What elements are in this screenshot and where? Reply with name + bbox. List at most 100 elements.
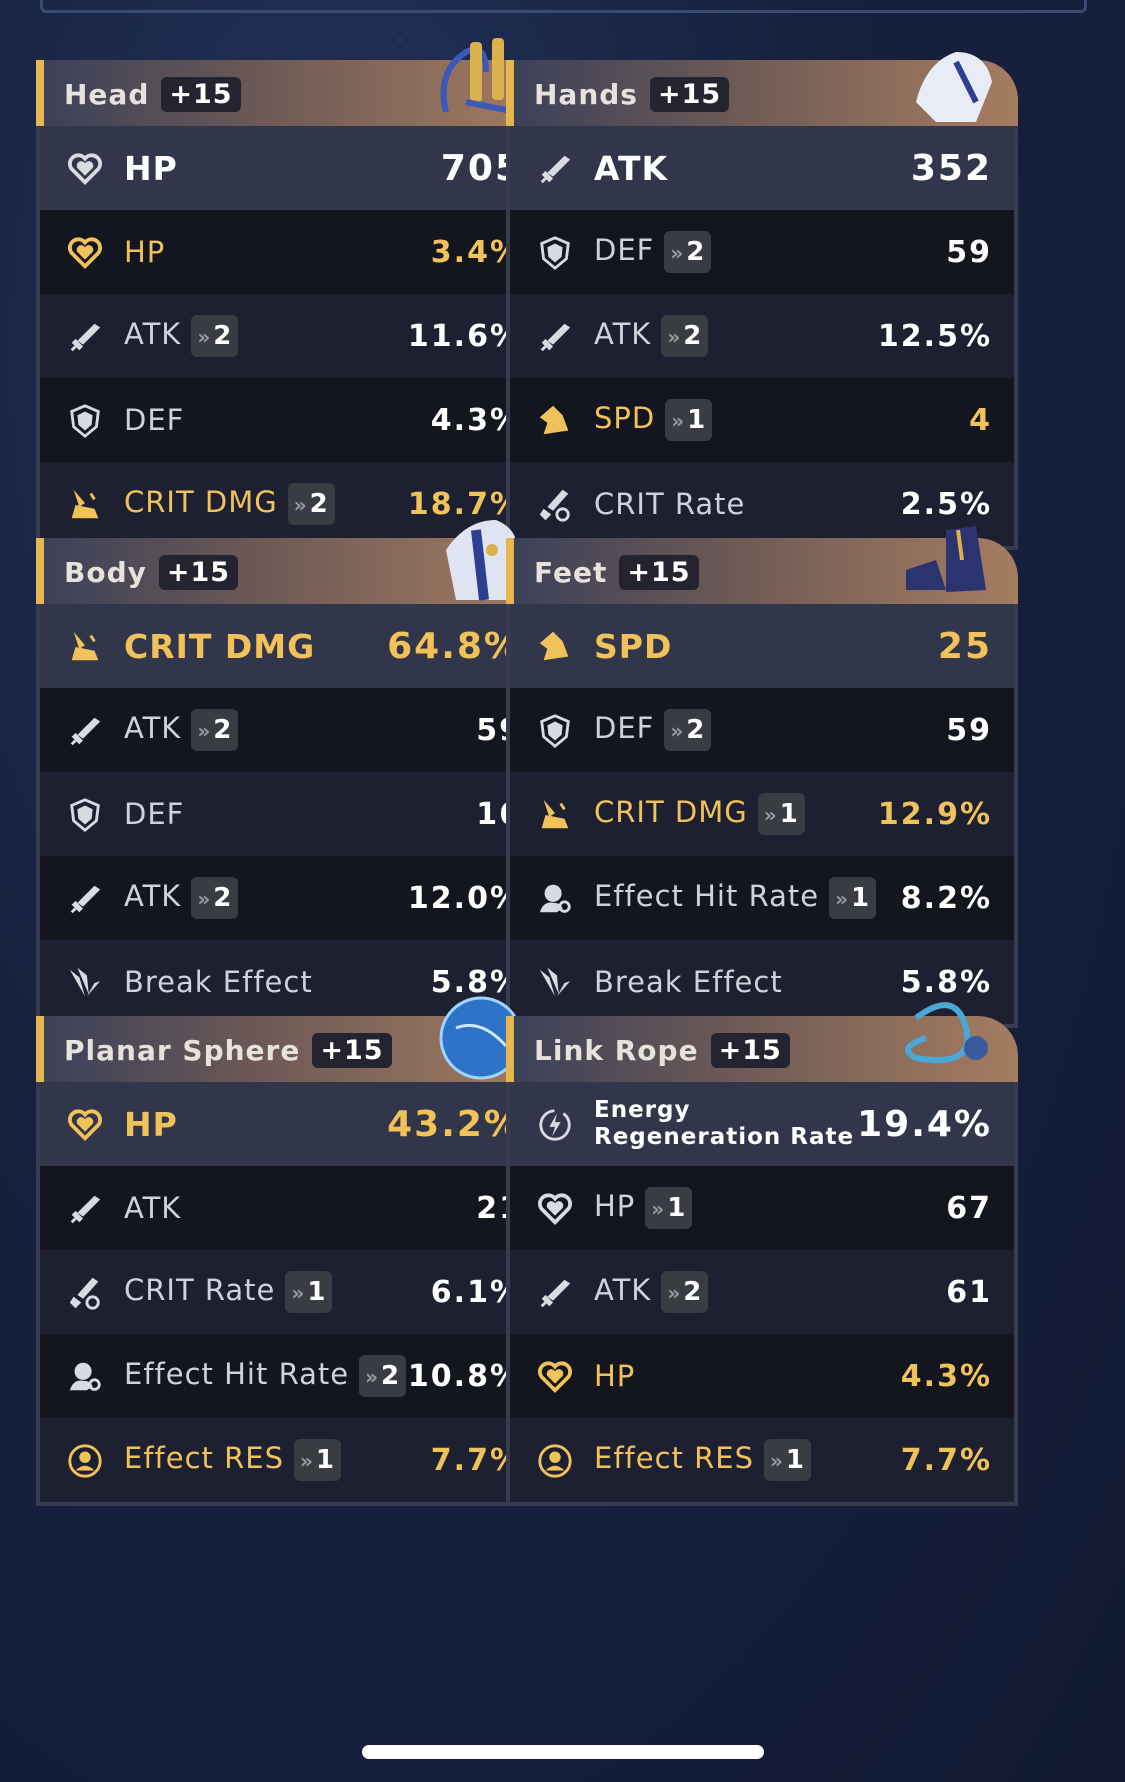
effect-res-icon: [66, 1442, 104, 1480]
stat-value: 4: [969, 402, 992, 438]
stat-value: 11.6%: [407, 318, 522, 354]
sub-stat-row: Effect Hit Rate »1 8.2%: [510, 856, 1014, 940]
stat-value: 12.9%: [877, 796, 992, 832]
roll-count: 1: [785, 1445, 806, 1475]
double-chevron-icon: »: [667, 325, 682, 349]
roll-count-badge: »2: [359, 1355, 407, 1397]
stat-name: ATK: [594, 317, 652, 351]
relic-slot-label: Body: [64, 556, 147, 589]
stat-list: CRIT DMG 64.8% ATK »2 59 DEF 16 ATK »2 12.0% Break…: [36, 604, 548, 1028]
stat-value: 8.2%: [900, 880, 992, 916]
sub-stat-row: DEF 4.3%: [40, 378, 544, 462]
stat-name: ATK: [124, 317, 182, 351]
stat-label: DEF: [124, 403, 184, 437]
atk-icon: [66, 1190, 104, 1228]
stat-name: CRIT Rate: [124, 1273, 276, 1307]
atk-icon: [66, 712, 104, 750]
relic-slot-name: Planar Sphere +15: [64, 1033, 392, 1068]
roll-count-badge: »2: [191, 315, 239, 357]
stat-label: Effect Hit Rate »1: [594, 877, 877, 919]
hands-relic-icon: [896, 32, 1006, 132]
relic-card-hands[interactable]: Hands +15 ATK 352 DEF »2 59 ATK »2 12.5% SPD »1 4 CRI…: [506, 32, 1018, 550]
roll-count: 2: [686, 237, 706, 267]
stat-label: Effect RES »1: [124, 1439, 342, 1481]
effect-res-icon: [536, 1442, 574, 1480]
relic-slot-name: Feet +15: [534, 555, 699, 590]
stat-label: Effect RES »1: [594, 1439, 812, 1481]
stat-name: ATK: [594, 1273, 652, 1307]
stat-label: CRIT DMG »1: [594, 793, 805, 835]
relic-card-feet[interactable]: Feet +15 SPD 25 DEF »2 59 CRIT DMG »1 12.9% Effect…: [506, 510, 1018, 1028]
sub-stat-row: Effect RES »1 7.7%: [40, 1418, 544, 1502]
stat-name: DEF: [124, 797, 185, 831]
crit-dmg-icon: [536, 796, 574, 834]
relic-card-link-rope[interactable]: Link Rope +15 Energy Regeneration Rate 19.4…: [506, 988, 1018, 1506]
relic-card-body[interactable]: Body +15 CRIT DMG 64.8% ATK »2 59 DEF 16 ATK »2 12.…: [36, 510, 548, 1028]
stat-label: SPD »1: [594, 399, 713, 441]
relic-slot-name: Body +15: [64, 555, 239, 590]
spd-icon: [536, 402, 574, 440]
relic-card-planar-sphere[interactable]: Planar Sphere +15 HP 43.2% ATK 21 CRIT Rate »1 6…: [36, 988, 548, 1506]
double-chevron-icon: »: [365, 1365, 379, 1389]
stat-list: Energy Regeneration Rate 19.4% HP »1 67 ATK »2…: [506, 1082, 1018, 1506]
stat-label: ATK »2: [124, 877, 239, 919]
atk-icon: [536, 150, 574, 188]
stat-name: DEF: [594, 711, 655, 745]
relic-card-head[interactable]: Head +15 HP 705 HP 3.4% ATK »2 11.6% DEF 4.3% CRIT …: [36, 32, 548, 550]
relic-level-badge: +15: [158, 555, 239, 590]
stat-value: 43.2%: [387, 1103, 522, 1145]
sub-stat-row: Effect RES »1 7.7%: [510, 1418, 1014, 1502]
stat-label: ATK »2: [124, 709, 239, 751]
relic-slot-name: Head +15: [64, 77, 241, 112]
home-indicator[interactable]: [362, 1745, 764, 1759]
roll-count-badge: »2: [661, 315, 709, 357]
sub-stat-row: ATK 21: [40, 1166, 544, 1250]
roll-count-badge: »1: [645, 1187, 693, 1229]
stat-name: HP: [124, 148, 178, 188]
link-rope-icon: [896, 988, 1006, 1088]
sub-stat-row: DEF »2 59: [510, 688, 1014, 772]
stat-label: HP »1: [594, 1187, 693, 1229]
main-stat-row: CRIT DMG 64.8%: [40, 604, 544, 688]
stat-name: HP: [594, 1189, 636, 1223]
stat-value: 12.0%: [407, 880, 522, 916]
spd-icon: [536, 628, 574, 666]
stat-value: 12.5%: [877, 318, 992, 354]
relic-slot-label: Hands: [534, 78, 638, 111]
stat-value: 64.8%: [387, 625, 522, 667]
stat-label: HP: [124, 1105, 178, 1144]
stat-name: ATK: [124, 1191, 182, 1225]
roll-count: 1: [315, 1445, 336, 1475]
roll-count-badge: »2: [661, 1271, 709, 1313]
stat-value: 59: [946, 712, 992, 748]
stat-label: ATK: [594, 149, 668, 188]
double-chevron-icon: »: [670, 241, 685, 265]
stat-label: DEF »2: [594, 709, 712, 751]
double-chevron-icon: »: [835, 887, 849, 911]
stat-label: HP: [124, 149, 178, 188]
stat-name: SPD: [594, 401, 656, 435]
stat-value: 59: [946, 234, 992, 270]
stat-list: HP 43.2% ATK 21 CRIT Rate »1 6.1% Effect Hit Ra…: [36, 1082, 548, 1506]
stat-value: 352: [910, 147, 992, 189]
stat-name: SPD: [594, 626, 673, 666]
sub-stat-row: ATK »2 59: [40, 688, 544, 772]
roll-count: 2: [381, 1361, 401, 1391]
roll-count-badge: »2: [191, 709, 239, 751]
stat-label: ATK »2: [594, 1271, 709, 1313]
roll-count-badge: »1: [764, 1439, 812, 1481]
double-chevron-icon: »: [197, 887, 212, 911]
effect-hit-rate-icon: [536, 880, 574, 918]
stat-list: SPD 25 DEF »2 59 CRIT DMG »1 12.9% Effect Hit Ra…: [506, 604, 1018, 1028]
crit-dmg-icon: [66, 628, 104, 666]
atk-icon: [66, 880, 104, 918]
roll-count-badge: »2: [191, 877, 239, 919]
relic-level-badge: +15: [161, 77, 241, 112]
stat-label: CRIT DMG: [124, 627, 315, 666]
double-chevron-icon: »: [197, 719, 212, 743]
relic-level-badge: +15: [649, 77, 730, 112]
roll-count-badge: »1: [757, 793, 805, 835]
roll-count: 1: [307, 1277, 327, 1307]
sub-stat-row: ATK »2 12.5%: [510, 294, 1014, 378]
roll-count-badge: »1: [829, 877, 877, 919]
